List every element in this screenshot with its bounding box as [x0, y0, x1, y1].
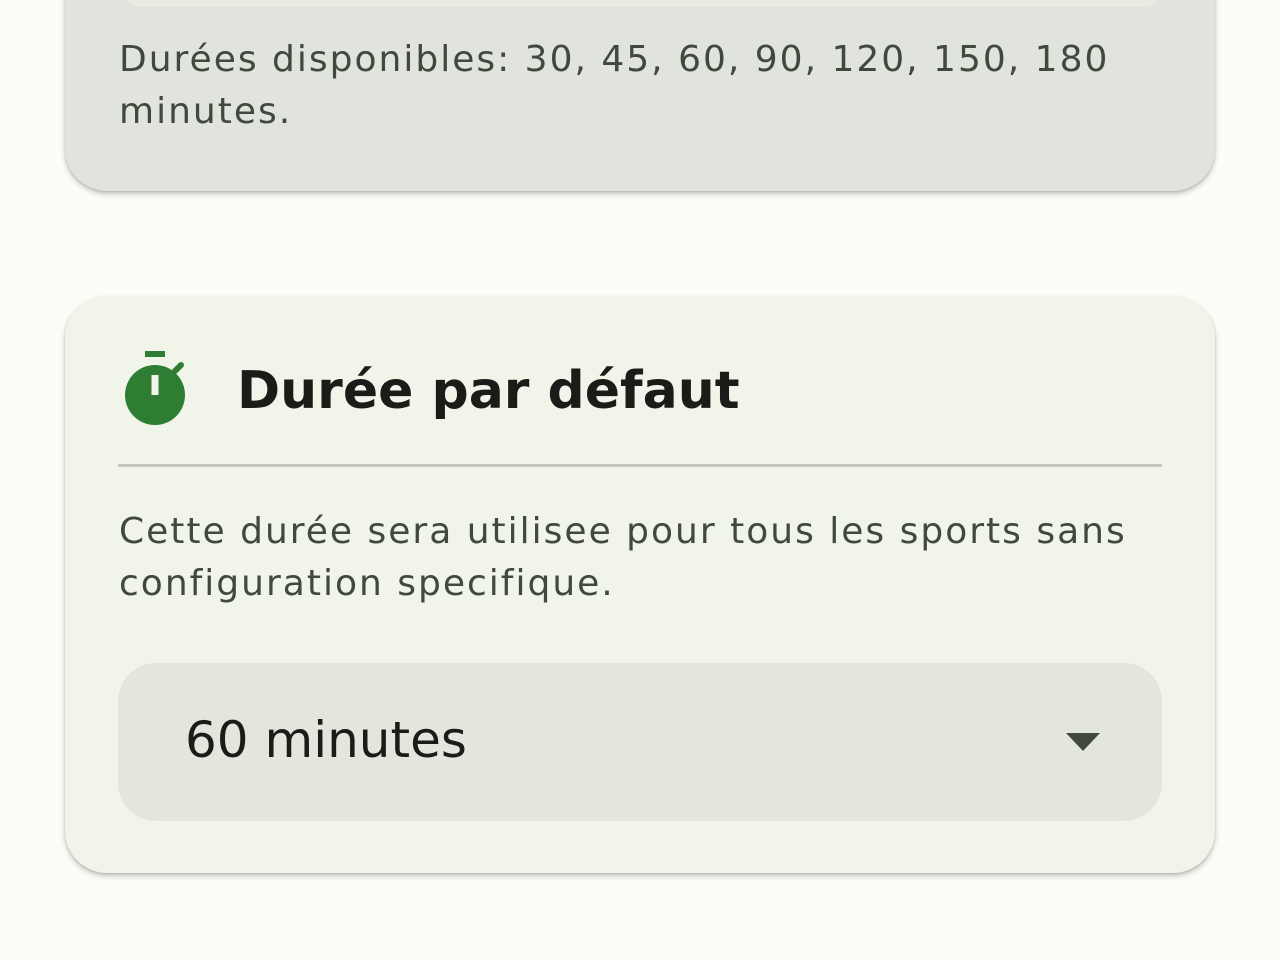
default-duration-select[interactable]: 60 minutes	[118, 663, 1162, 821]
duration-field[interactable]	[125, 0, 1160, 7]
card-header: Durée par défaut	[119, 346, 740, 436]
settings-page: Durées disponibles: 30, 45, 60, 90, 120,…	[0, 0, 1280, 960]
available-durations-hint: Durées disponibles: 30, 45, 60, 90, 120,…	[119, 39, 1110, 132]
divider	[118, 464, 1162, 467]
timer-icon	[125, 351, 185, 425]
card-description: Cette durée sera utilisee pour tous les …	[119, 511, 1127, 604]
default-duration-card: Durée par défaut Cette durée sera utilis…	[65, 296, 1215, 873]
card-title: Durée par défaut	[237, 361, 740, 421]
available-durations-card: Durées disponibles: 30, 45, 60, 90, 120,…	[65, 0, 1215, 191]
arrow-drop-down-icon	[1066, 733, 1100, 751]
selected-duration-value: 60 minutes	[185, 711, 467, 769]
